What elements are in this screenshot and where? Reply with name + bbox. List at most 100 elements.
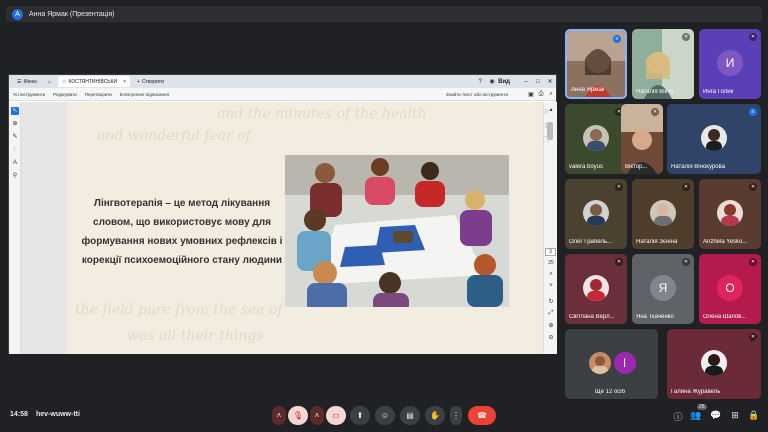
toolbar-esign[interactable]: Електронне підписання (120, 92, 169, 97)
stamp-icon[interactable]: ⚲ (11, 172, 19, 180)
mic-off-icon: ✕ (682, 183, 690, 191)
participant-tile[interactable]: ✕ Галина Журавель (667, 329, 761, 399)
viewer-toolbar: Усі інструменти Редагувати Перетворити Е… (9, 88, 556, 101)
avatar (583, 274, 609, 301)
video-options-button[interactable]: ˄ (310, 406, 324, 425)
more-vert-icon: ⋮ (452, 411, 460, 420)
chat-icon[interactable]: 💬 (710, 410, 722, 421)
participant-tile[interactable]: Я ✕ Яна Ткаченко (632, 254, 694, 324)
minimize-icon[interactable]: – (520, 79, 532, 85)
close-tab-icon[interactable]: × (123, 79, 126, 85)
create-tab[interactable]: + Створити (133, 76, 168, 87)
zoom-icon[interactable]: ⊕ (11, 120, 19, 128)
camera-off-icon: ▭ (332, 411, 340, 420)
search-tools-input[interactable]: Знайти текст або інструменти (446, 92, 508, 97)
share-icon[interactable]: ⇪ (541, 122, 551, 132)
audio-options-button[interactable]: ˄ (272, 406, 286, 425)
page-up-icon[interactable]: ˄ (547, 272, 555, 278)
participant-tile[interactable]: ✕ Anzhela Yesko... (699, 179, 761, 249)
more-options-button[interactable]: ⋮ (450, 406, 462, 425)
document-tab[interactable]: ☆ КОСТЯНТИНІВСЬКИ × (58, 76, 131, 87)
avatar (583, 199, 609, 226)
presenter-avatar: А (12, 8, 23, 20)
mic-off-icon: ✕ (749, 333, 757, 341)
avatar (589, 351, 612, 374)
activities-icon[interactable]: ⊞ (729, 410, 741, 421)
page-number[interactable]: 3 (545, 248, 556, 256)
raise-hand-button[interactable]: ✋ (425, 406, 445, 425)
maximize-icon[interactable]: □ (532, 79, 544, 85)
slide-text: Лінгвотерапія – це метод лікування слово… (81, 198, 283, 266)
end-call-button[interactable]: ☎ (468, 406, 496, 425)
annotation-toolbar: ↖ ⊕ ✎ ◌ A ⚲ (9, 102, 21, 354)
toolbar-edit[interactable]: Редагувати (53, 92, 77, 97)
emoji-icon: ☺ (380, 411, 390, 420)
participant-name: Anzhela Yesko... (703, 239, 748, 245)
participant-name: Галина Журавель (671, 389, 721, 395)
camera-toggle-button[interactable]: ▭ (326, 406, 346, 425)
participant-tile[interactable]: ≡ Анна Ярмак (565, 29, 627, 99)
text-select-icon[interactable]: A (11, 159, 19, 167)
info-icon[interactable]: ⓘ (672, 410, 684, 423)
fit-page-icon[interactable]: ⤢ (547, 310, 555, 317)
comment-icon[interactable]: ✉ (541, 108, 551, 118)
pen-icon[interactable]: ✎ (11, 133, 19, 141)
search-icon[interactable]: ⌕ (546, 91, 556, 98)
participant-tile[interactable]: ✕ Наталія Вікто... (632, 29, 694, 99)
avatar-letter: О (725, 280, 735, 295)
save-icon[interactable]: ▣ (526, 91, 536, 98)
participant-tile[interactable]: ≡ Наталія Вінокурова (667, 104, 761, 174)
captions-button[interactable]: ▤ (400, 406, 420, 425)
reactions-button[interactable]: ☺ (375, 406, 395, 425)
participant-name: Олег Грабель... (569, 239, 613, 245)
plus-icon: + (137, 78, 140, 85)
account-icon[interactable]: ◉ (486, 78, 498, 85)
host-controls-icon[interactable]: 🔒 (748, 410, 760, 421)
zoom-out-icon[interactable]: ⊖ (547, 334, 555, 341)
participant-tile[interactable]: И ✕ Инга Голик (699, 29, 761, 99)
photo-illustration (285, 155, 509, 307)
lasso-icon[interactable]: ◌ (11, 146, 19, 154)
refresh-icon[interactable]: ↻ (547, 298, 555, 305)
participant-tile[interactable]: ✕ Віктор... (621, 104, 663, 174)
close-window-icon[interactable]: ✕ (544, 78, 556, 85)
copy-icon[interactable]: ❐ (541, 136, 551, 146)
document-tab-label: КОСТЯНТИНІВСЬКИ (68, 78, 118, 85)
home-tab[interactable]: ⌂ (44, 76, 55, 87)
mic-toggle-button[interactable]: 🎙 (288, 406, 308, 425)
toolbar-all-tools[interactable]: Усі інструменти (13, 92, 45, 97)
avatar (717, 199, 743, 226)
captions-icon: ▤ (406, 411, 414, 420)
decor-script: the field pure from the sea of (75, 302, 283, 318)
shared-screen: ☰ Меню ⌂ ☆ КОСТЯНТИНІВСЬКИ × + Створити ? ◉ … (8, 74, 557, 354)
more-participants-tile[interactable]: І Ще 12 осіб (565, 329, 658, 399)
print-icon[interactable]: ⎙ (536, 91, 546, 98)
menu-tab[interactable]: ☰ Меню (13, 76, 41, 87)
cursor-icon[interactable]: ↖ (11, 107, 19, 115)
zoom-in-icon[interactable]: ⊕ (547, 322, 555, 329)
help-icon[interactable]: ? (474, 79, 486, 85)
present-button[interactable]: ⬆ (350, 406, 370, 425)
toolbar-convert[interactable]: Перетворити (85, 92, 112, 97)
people-icon[interactable]: 👥 (690, 410, 702, 421)
chevron-up-icon: ˄ (276, 411, 282, 420)
participant-tile[interactable]: ✕ valera boyus (565, 104, 627, 174)
avatar: Я (650, 274, 676, 301)
participant-name: Світлана Верл... (569, 314, 615, 320)
hand-icon: ✋ (430, 411, 440, 420)
home-icon: ⌂ (48, 78, 52, 85)
decor-script: and the minutes of the health (217, 106, 427, 122)
mic-off-icon: ✕ (749, 258, 757, 266)
participant-name: Яна Ткаченко (636, 314, 674, 320)
view-menu[interactable]: Вид (498, 79, 510, 85)
page-down-icon[interactable]: ˅ (547, 283, 555, 289)
create-tab-label: Створити (141, 78, 164, 85)
avatar: И (717, 49, 743, 76)
avatar-letter: И (725, 55, 735, 70)
participant-tile[interactable]: ✕ Олег Грабель... (565, 179, 627, 249)
participant-tile[interactable]: О ✕ Олена Шапов... (699, 254, 761, 324)
participant-tile[interactable]: ✕ Наталія Зєніна (632, 179, 694, 249)
speaking-icon: ≡ (749, 108, 757, 116)
participant-tile[interactable]: ✕ Світлана Верл... (565, 254, 627, 324)
total-pages: 25 (548, 260, 554, 266)
